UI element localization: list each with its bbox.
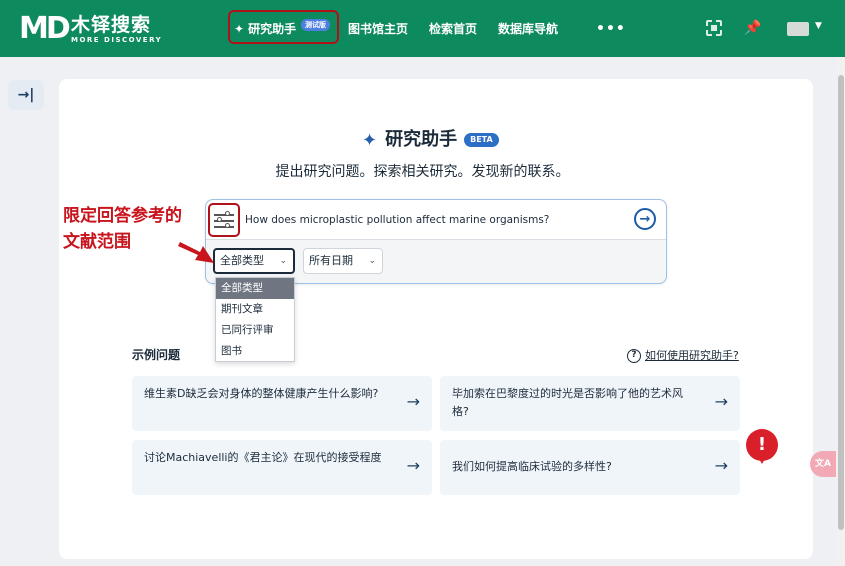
example-question-text: 毕加索在巴黎度过的时光是否影响了他的艺术风格?: [452, 387, 683, 418]
logo-text: 木铎搜索 MORE DISCOVERY: [71, 14, 162, 45]
howto-link[interactable]: ? 如何使用研究助手?: [627, 348, 739, 364]
page-title: ✦ 研究助手 BETA: [362, 127, 499, 153]
type-option-book[interactable]: 图书: [216, 341, 294, 362]
example-question-text: 讨论Machiavelli的《君主论》在现代的接受程度: [144, 451, 382, 464]
expand-sidebar-button[interactable]: →|: [8, 80, 44, 110]
filter-sliders-icon[interactable]: [214, 211, 234, 229]
beta-badge: BETA: [464, 133, 499, 147]
translate-button[interactable]: 文A: [810, 451, 836, 477]
chevron-down-icon: ⌄: [279, 256, 287, 266]
example-question-card[interactable]: 毕加索在巴黎度过的时光是否影响了他的艺术风格? →: [440, 376, 740, 431]
nav-search-home[interactable]: 检索首页: [429, 19, 477, 39]
type-option-journal[interactable]: 期刊文章: [216, 299, 294, 320]
annotation-arrow-icon: [178, 242, 214, 263]
avatar[interactable]: [787, 22, 809, 36]
logo[interactable]: MD 木铎搜索 MORE DISCOVERY: [19, 11, 162, 47]
sparkle-icon: ✦: [234, 22, 245, 36]
nav-library-home[interactable]: 图书馆主页: [348, 19, 408, 39]
brand-name-cn: 木铎搜索: [71, 13, 152, 36]
question-input[interactable]: How does microplastic pollution affect m…: [245, 211, 549, 229]
howto-link-text: 如何使用研究助手?: [645, 349, 739, 362]
submit-button[interactable]: →: [634, 208, 656, 230]
type-select-value: 全部类型: [220, 254, 264, 267]
example-question-text: 我们如何提高临床试验的多样性?: [452, 460, 612, 473]
nav-more-menu[interactable]: •••: [596, 19, 626, 39]
page-title-text: 研究助手: [385, 129, 458, 150]
type-select[interactable]: 全部类型 ⌄: [213, 248, 295, 274]
arrow-right-icon: →: [639, 211, 651, 227]
help-icon: ?: [627, 349, 641, 363]
logo-mark-text: MD: [19, 11, 71, 46]
sparkle-icon: ✦: [362, 129, 378, 151]
expand-icon: →|: [17, 87, 35, 103]
example-question-card[interactable]: 我们如何提高临床试验的多样性? →: [440, 440, 740, 495]
type-option-all[interactable]: 全部类型: [216, 278, 294, 299]
pin-icon[interactable]: 📌: [744, 19, 761, 37]
examples-heading: 示例问题: [132, 348, 181, 362]
type-dropdown-menu: 全部类型 期刊文章 已同行评审 图书: [215, 277, 295, 362]
type-option-peer-reviewed[interactable]: 已同行评审: [216, 320, 294, 341]
nav-research-assistant-label: 研究助手: [248, 22, 297, 36]
chevron-down-icon[interactable]: ▼: [815, 21, 822, 31]
example-question-text: 维生素D缺乏会对身体的整体健康产生什么影响?: [144, 387, 379, 400]
arrow-right-icon: →: [714, 392, 728, 411]
date-select[interactable]: 所有日期 ⌄: [303, 248, 383, 274]
scan-icon[interactable]: [706, 20, 722, 36]
brand-name-en: MORE DISCOVERY: [71, 35, 163, 44]
annotation-text: 限定回答参考的文献范围: [63, 206, 182, 252]
scrollbar-thumb[interactable]: [838, 75, 844, 530]
example-question-card[interactable]: 讨论Machiavelli的《君主论》在现代的接受程度 →: [132, 440, 432, 495]
page-subtitle: 提出研究问题。探索相关研究。发现新的联系。: [275, 164, 570, 180]
example-question-card[interactable]: 维生素D缺乏会对身体的整体健康产生什么影响? →: [132, 376, 432, 431]
date-select-value: 所有日期: [309, 254, 353, 267]
arrow-right-icon: →: [406, 456, 420, 475]
arrow-right-icon: →: [406, 392, 420, 411]
nav-research-assistant[interactable]: ✦ 研究助手: [234, 19, 296, 39]
logo-mark: MD: [19, 11, 71, 47]
arrow-right-icon: →: [714, 456, 728, 475]
beta-test-badge: 测试版: [301, 19, 330, 31]
chevron-down-icon: ⌄: [368, 256, 376, 266]
alert-icon[interactable]: !: [746, 429, 778, 464]
nav-database-guide[interactable]: 数据库导航: [498, 19, 558, 39]
